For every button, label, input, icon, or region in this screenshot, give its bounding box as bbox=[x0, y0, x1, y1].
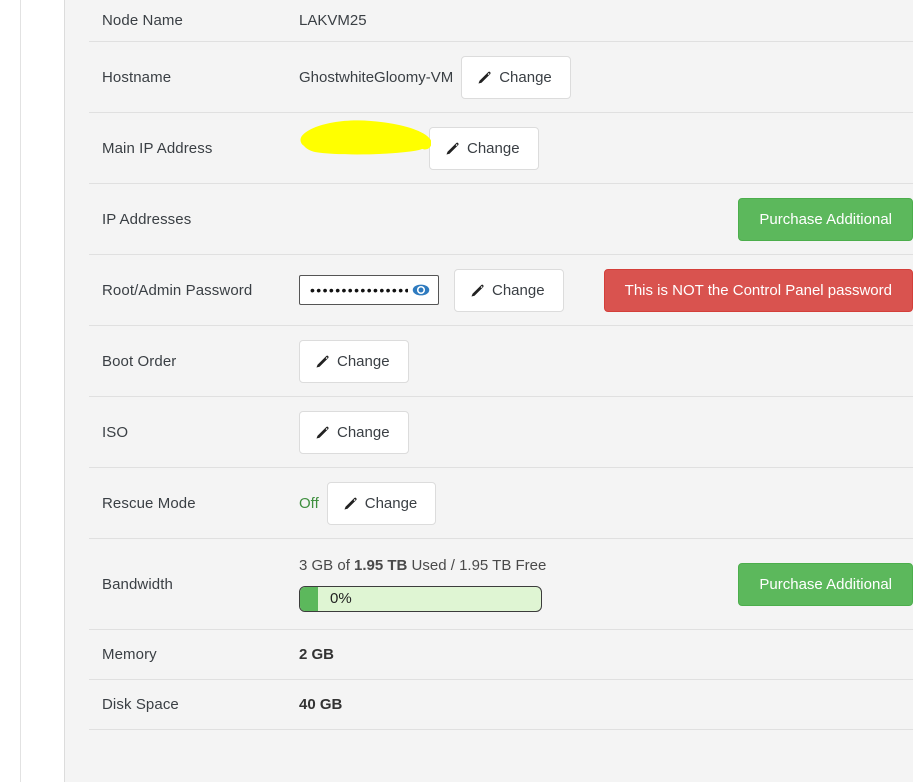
bandwidth-progress-fill bbox=[300, 586, 318, 611]
table-row-trailing bbox=[89, 729, 913, 769]
row-value-ip-addresses: Purchase Additional bbox=[299, 197, 913, 241]
row-label-boot-order: Boot Order bbox=[102, 352, 177, 370]
rescue-mode-status: Off bbox=[299, 494, 319, 512]
table-row-bandwidth: Bandwidth 3 GB of 1.95 TB Used / 1.95 TB… bbox=[89, 538, 913, 629]
change-boot-order-label: Change bbox=[337, 352, 390, 370]
change-main-ip-button[interactable]: Change bbox=[429, 126, 539, 170]
bandwidth-actions: Purchase Additional bbox=[738, 562, 913, 606]
change-boot-order-button[interactable]: Change bbox=[299, 339, 409, 383]
change-rescue-mode-label: Change bbox=[364, 494, 418, 512]
bandwidth-usage-prefix: 3 GB of bbox=[299, 556, 355, 574]
bandwidth-usage-suffix: Used / 1.95 TB Free bbox=[407, 556, 547, 574]
row-value-boot-order: Change bbox=[299, 339, 913, 383]
bandwidth-usage-text: 3 GB of 1.95 TB Used / 1.95 TB Free bbox=[299, 557, 546, 574]
row-label-root-admin-password: Root/Admin Password bbox=[102, 281, 253, 299]
change-iso-label: Change bbox=[337, 423, 390, 441]
table-row-node-name: Node Name LAKVM25 bbox=[89, 0, 913, 41]
row-value-hostname: GhostwhiteGloomy-VM Change bbox=[299, 55, 913, 99]
server-details-table: Node Name LAKVM25 Hostname GhostwhiteGlo… bbox=[89, 0, 913, 782]
pencil-icon bbox=[469, 282, 486, 299]
change-hostname-label: Change bbox=[499, 68, 552, 86]
change-rescue-mode-button[interactable]: Change bbox=[326, 481, 437, 525]
row-label-disk-space: Disk Space bbox=[102, 696, 179, 713]
change-password-button[interactable]: Change bbox=[454, 268, 564, 312]
vps-details-page: Node Name LAKVM25 Hostname GhostwhiteGlo… bbox=[0, 0, 913, 782]
row-value-memory: 2 GB bbox=[299, 646, 913, 663]
bandwidth-stack: 3 GB of 1.95 TB Used / 1.95 TB Free 0% bbox=[299, 543, 546, 626]
pencil-icon bbox=[314, 353, 331, 370]
row-label-hostname: Hostname bbox=[102, 68, 172, 86]
bandwidth-progress-bar: 0% bbox=[299, 585, 542, 612]
table-row-rescue-mode: Rescue Mode Off Change bbox=[89, 467, 913, 538]
hostname-value: GhostwhiteGloomy-VM bbox=[299, 68, 454, 86]
purchase-additional-ip-button[interactable]: Purchase Additional bbox=[738, 197, 913, 241]
disk-space-value: 40 GB bbox=[299, 696, 343, 713]
table-row-root-admin-password: Root/Admin Password •••••••••••••••• Cha… bbox=[89, 254, 913, 325]
purchase-additional-bandwidth-button[interactable]: Purchase Additional bbox=[738, 562, 913, 606]
pencil-icon bbox=[314, 424, 331, 441]
row-value-iso: Change bbox=[299, 410, 913, 454]
table-row-main-ip-address: Main IP Address Change bbox=[89, 112, 913, 183]
table-row-memory: Memory 2 GB bbox=[89, 629, 913, 679]
left-rail-divider bbox=[20, 0, 21, 782]
row-value-bandwidth: 3 GB of 1.95 TB Used / 1.95 TB Free 0% P… bbox=[299, 543, 913, 626]
row-label-main-ip-address: Main IP Address bbox=[102, 139, 213, 157]
node-name-value: LAKVM25 bbox=[299, 12, 367, 29]
password-warning-actions: This is NOT the Control Panel password bbox=[603, 268, 913, 312]
row-value-rescue-mode: Off Change bbox=[299, 481, 913, 525]
row-label-iso: ISO bbox=[102, 423, 129, 441]
table-row-disk-space: Disk Space 40 GB bbox=[89, 679, 913, 729]
row-value-node-name: LAKVM25 bbox=[299, 12, 913, 29]
row-label-memory: Memory bbox=[102, 646, 157, 663]
change-hostname-button[interactable]: Change bbox=[461, 55, 571, 99]
server-details-panel: Node Name LAKVM25 Hostname GhostwhiteGlo… bbox=[64, 0, 913, 782]
pencil-icon bbox=[476, 69, 493, 86]
row-value-disk-space: 40 GB bbox=[299, 696, 913, 713]
pencil-icon bbox=[342, 495, 359, 512]
password-field[interactable]: •••••••••••••••• bbox=[299, 275, 439, 305]
eye-icon[interactable] bbox=[412, 281, 430, 299]
bandwidth-progress-label: 0% bbox=[330, 590, 352, 607]
yellow-highlight-redaction bbox=[299, 120, 432, 160]
control-panel-password-warning-button[interactable]: This is NOT the Control Panel password bbox=[603, 268, 913, 312]
pencil-icon bbox=[444, 140, 461, 157]
row-label-ip-addresses: IP Addresses bbox=[102, 210, 192, 228]
table-row-boot-order: Boot Order Change bbox=[89, 325, 913, 396]
change-iso-button[interactable]: Change bbox=[299, 410, 409, 454]
memory-value: 2 GB bbox=[299, 646, 335, 663]
table-row-iso: ISO Change bbox=[89, 396, 913, 467]
table-row-ip-addresses: IP Addresses Purchase Additional bbox=[89, 183, 913, 254]
password-masked-value: •••••••••••••••• bbox=[310, 282, 408, 298]
change-main-ip-label: Change bbox=[467, 139, 520, 157]
table-row-hostname: Hostname GhostwhiteGloomy-VM Change bbox=[89, 41, 913, 112]
main-ip-address-value bbox=[299, 120, 432, 158]
row-label-rescue-mode: Rescue Mode bbox=[102, 494, 196, 512]
row-value-main-ip-address: Change bbox=[299, 120, 913, 170]
row-value-root-admin-password: •••••••••••••••• Change This is NOT the … bbox=[299, 268, 913, 312]
ip-addresses-actions: Purchase Additional bbox=[738, 197, 913, 241]
row-label-node-name: Node Name bbox=[102, 12, 183, 29]
bandwidth-usage-total: 1.95 TB bbox=[354, 556, 408, 574]
change-password-label: Change bbox=[492, 281, 545, 299]
row-label-bandwidth: Bandwidth bbox=[102, 575, 173, 593]
